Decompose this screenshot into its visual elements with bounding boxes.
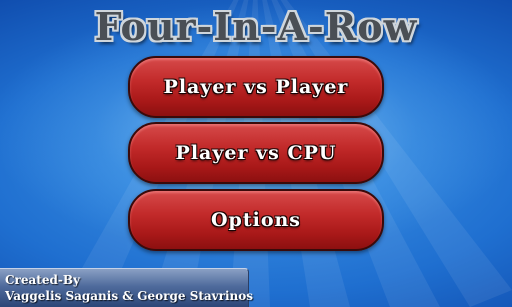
- player-vs-cpu-button[interactable]: Player vs CPU: [128, 122, 384, 184]
- game-title: Four-In-A-Row: [94, 4, 418, 49]
- credits-heading: Created-By: [5, 273, 80, 287]
- options-label: Options: [210, 209, 301, 231]
- credits-panel: Created-By Vaggelis Saganis & George Sta…: [0, 268, 254, 307]
- credits-authors: Vaggelis Saganis & George Stavrinos: [5, 289, 254, 303]
- options-button[interactable]: Options: [128, 189, 384, 251]
- player-vs-cpu-label: Player vs CPU: [175, 142, 337, 164]
- player-vs-player-button[interactable]: Player vs Player: [128, 56, 384, 118]
- menu-screen: Four-In-A-Row Player vs Player Player vs…: [0, 0, 512, 307]
- player-vs-player-label: Player vs Player: [163, 76, 349, 98]
